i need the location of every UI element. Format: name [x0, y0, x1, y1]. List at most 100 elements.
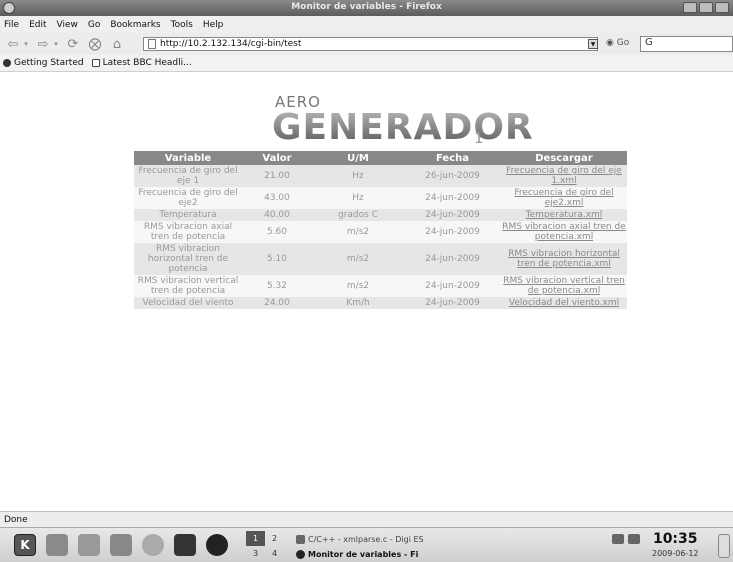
- download-link[interactable]: Temperatura.xml: [501, 209, 627, 221]
- bookmark-label: Getting Started: [14, 58, 84, 68]
- kde-menu-icon[interactable]: K: [14, 534, 36, 556]
- status-bar: Done: [0, 511, 733, 527]
- eclipse-icon: [296, 534, 305, 544]
- cell-um: Km/h: [312, 297, 404, 309]
- ark-icon[interactable]: [110, 534, 132, 556]
- header-fecha: Fecha: [404, 151, 501, 165]
- task-eclipse[interactable]: C/C++ - xmlparse.c - Digi ES: [296, 532, 424, 546]
- back-dropdown-icon[interactable]: ▾: [22, 40, 30, 48]
- cell-fecha: 24-jun-2009: [404, 275, 501, 297]
- rss-icon: [91, 59, 100, 67]
- cell-variable: Frecuencia de giro del eje2: [134, 187, 242, 209]
- close-button[interactable]: [715, 2, 729, 13]
- url-dropdown-icon[interactable]: ▼: [588, 39, 598, 49]
- bookmark-bbc-headlines[interactable]: Latest BBC Headli...: [91, 58, 192, 68]
- page-content: AERO GENERADOR 1 Variable Valor U/M Fech…: [0, 73, 733, 511]
- maximize-button[interactable]: [699, 2, 713, 13]
- cell-fecha: 24-jun-2009: [404, 209, 501, 221]
- table-header-row: Variable Valor U/M Fecha Descargar: [134, 151, 627, 165]
- variables-table: Variable Valor U/M Fecha Descargar Frecu…: [134, 151, 627, 309]
- navigation-toolbar: ⇦ ▾ ⇨ ▾ ⟳ ⨂ ⌂ http://10.2.132.134/cgi-bi…: [0, 33, 733, 55]
- header-variable: Variable: [134, 151, 242, 165]
- page-icon: [148, 39, 156, 49]
- task-firefox[interactable]: Monitor de variables - Fi: [296, 547, 418, 561]
- forward-icon[interactable]: ⇨: [34, 37, 52, 52]
- cell-um: Hz: [312, 187, 404, 209]
- download-link[interactable]: RMS vibracion vertical tren de potencia.…: [501, 275, 627, 297]
- task-label: C/C++ - xmlparse.c - Digi ES: [308, 534, 424, 544]
- cell-um: m/s2: [312, 221, 404, 243]
- header-um: U/M: [312, 151, 404, 165]
- download-link[interactable]: Velocidad del viento.xml: [501, 297, 627, 309]
- tray-app-icon[interactable]: [612, 534, 624, 544]
- menu-help[interactable]: Help: [203, 20, 224, 30]
- forward-dropdown-icon[interactable]: ▾: [52, 40, 60, 48]
- header-descargar: Descargar: [501, 151, 627, 165]
- table-row: Velocidad del viento 24.00 Km/h 24-jun-2…: [134, 297, 627, 309]
- cell-valor: 5.32: [242, 275, 312, 297]
- back-icon[interactable]: ⇦: [4, 37, 22, 52]
- clock[interactable]: 10:35 2009-06-12: [652, 531, 699, 558]
- stop-icon[interactable]: ⨂: [86, 37, 104, 52]
- taskbar: K 1 2 3 4 C/C++ - xmlparse.c - Digi ES M…: [0, 527, 733, 562]
- pager-desktop-2[interactable]: 2: [265, 531, 284, 546]
- cell-fecha: 26-jun-2009: [404, 165, 501, 187]
- status-text: Done: [4, 514, 28, 525]
- table-row: RMS vibracion vertical tren de potencia …: [134, 275, 627, 297]
- go-button[interactable]: ◉ Go: [606, 38, 629, 48]
- download-link[interactable]: Frecuencia de giro del eje 1.xml: [501, 165, 627, 187]
- aerogenerador-logo: AERO GENERADOR 1: [270, 93, 533, 153]
- firefox-launcher-icon[interactable]: [206, 534, 228, 556]
- konqueror-icon[interactable]: [46, 534, 68, 556]
- bookmark-getting-started[interactable]: Getting Started: [3, 58, 84, 68]
- volume-icon[interactable]: [628, 534, 640, 544]
- clock-date: 2009-06-12: [652, 549, 699, 558]
- download-link[interactable]: RMS vibracion horizontal tren de potenci…: [501, 243, 627, 275]
- table-row: RMS vibracion horizontal tren de potenci…: [134, 243, 627, 275]
- cell-fecha: 24-jun-2009: [404, 243, 501, 275]
- url-input[interactable]: http://10.2.132.134/cgi-bin/test: [143, 37, 598, 51]
- cell-variable: Velocidad del viento: [134, 297, 242, 309]
- cell-fecha: 24-jun-2009: [404, 187, 501, 209]
- menu-view[interactable]: View: [57, 20, 78, 30]
- system-tray: [612, 534, 640, 544]
- terminal-icon[interactable]: [174, 534, 196, 556]
- panel-hide-button[interactable]: [718, 534, 730, 558]
- table-row: Frecuencia de giro del eje 1 21.00 Hz 26…: [134, 165, 627, 187]
- menu-bookmarks[interactable]: Bookmarks: [110, 20, 160, 30]
- menu-edit[interactable]: Edit: [29, 20, 46, 30]
- task-label: Monitor de variables - Fi: [308, 549, 419, 559]
- search-input[interactable]: G: [640, 36, 733, 52]
- table-row: Frecuencia de giro del eje2 43.00 Hz 24-…: [134, 187, 627, 209]
- cell-variable: Temperatura: [134, 209, 242, 221]
- cell-um: Hz: [312, 165, 404, 187]
- download-link[interactable]: RMS vibracion axial tren de potencia.xml: [501, 221, 627, 243]
- url-text: http://10.2.132.134/cgi-bin/test: [160, 39, 302, 49]
- pager-desktop-1[interactable]: 1: [246, 531, 265, 546]
- menu-bar: File Edit View Go Bookmarks Tools Help: [0, 16, 733, 33]
- cell-valor: 5.60: [242, 221, 312, 243]
- reload-icon[interactable]: ⟳: [64, 37, 82, 52]
- cell-valor: 5.10: [242, 243, 312, 275]
- firefox-icon: [296, 549, 305, 559]
- menu-tools[interactable]: Tools: [171, 20, 193, 30]
- cell-variable: RMS vibracion horizontal tren de potenci…: [134, 243, 242, 275]
- go-label: Go: [616, 38, 630, 48]
- title-bar: Monitor de variables - Firefox: [0, 0, 733, 16]
- cell-fecha: 24-jun-2009: [404, 297, 501, 309]
- window-title: Monitor de variables - Firefox: [291, 2, 442, 12]
- pager-desktop-3[interactable]: 3: [246, 546, 265, 561]
- cell-variable: Frecuencia de giro del eje 1: [134, 165, 242, 187]
- window-buttons: [683, 2, 729, 13]
- media-icon[interactable]: [78, 534, 100, 556]
- minimize-button[interactable]: [683, 2, 697, 13]
- pager-desktop-4[interactable]: 4: [265, 546, 284, 561]
- menu-file[interactable]: File: [4, 20, 19, 30]
- clock-time: 10:35: [652, 531, 698, 547]
- network-icon[interactable]: [142, 534, 164, 556]
- firefox-icon: [3, 59, 11, 67]
- table-row: RMS vibracion axial tren de potencia 5.6…: [134, 221, 627, 243]
- home-icon[interactable]: ⌂: [108, 37, 126, 52]
- menu-go[interactable]: Go: [88, 20, 100, 30]
- download-link[interactable]: Frecuencia de giro del eje2.xml: [501, 187, 627, 209]
